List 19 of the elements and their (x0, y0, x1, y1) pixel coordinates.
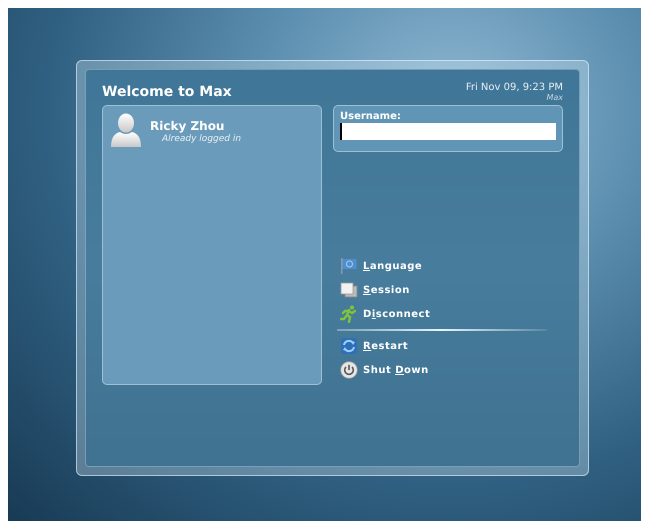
menu-action[interactable]: Shut Down (333, 358, 429, 382)
windows-icon (340, 281, 358, 299)
username-label: Username: (340, 111, 402, 122)
user-name: Ricky Zhou (150, 119, 226, 133)
date-time: Fri Nov 09, 9:23 PM (466, 82, 563, 93)
menu-action[interactable]: Session (333, 278, 410, 302)
user-item[interactable]: Ricky Zhou Already logged in (109, 112, 315, 148)
running-person-icon (340, 305, 358, 323)
power-icon (340, 361, 358, 379)
user-silhouette-icon (110, 113, 142, 147)
menu-action[interactable]: Restart (333, 334, 408, 358)
user-status: Already logged in (162, 134, 242, 144)
menu-action[interactable]: Language (333, 254, 422, 278)
flag-icon (340, 257, 358, 275)
hostname: Max (545, 93, 563, 102)
menu-action[interactable]: Disconnect (333, 302, 430, 326)
username-field[interactable] (340, 123, 556, 140)
refresh-icon (340, 337, 358, 355)
dialog-title: Welcome to Max (102, 83, 232, 100)
